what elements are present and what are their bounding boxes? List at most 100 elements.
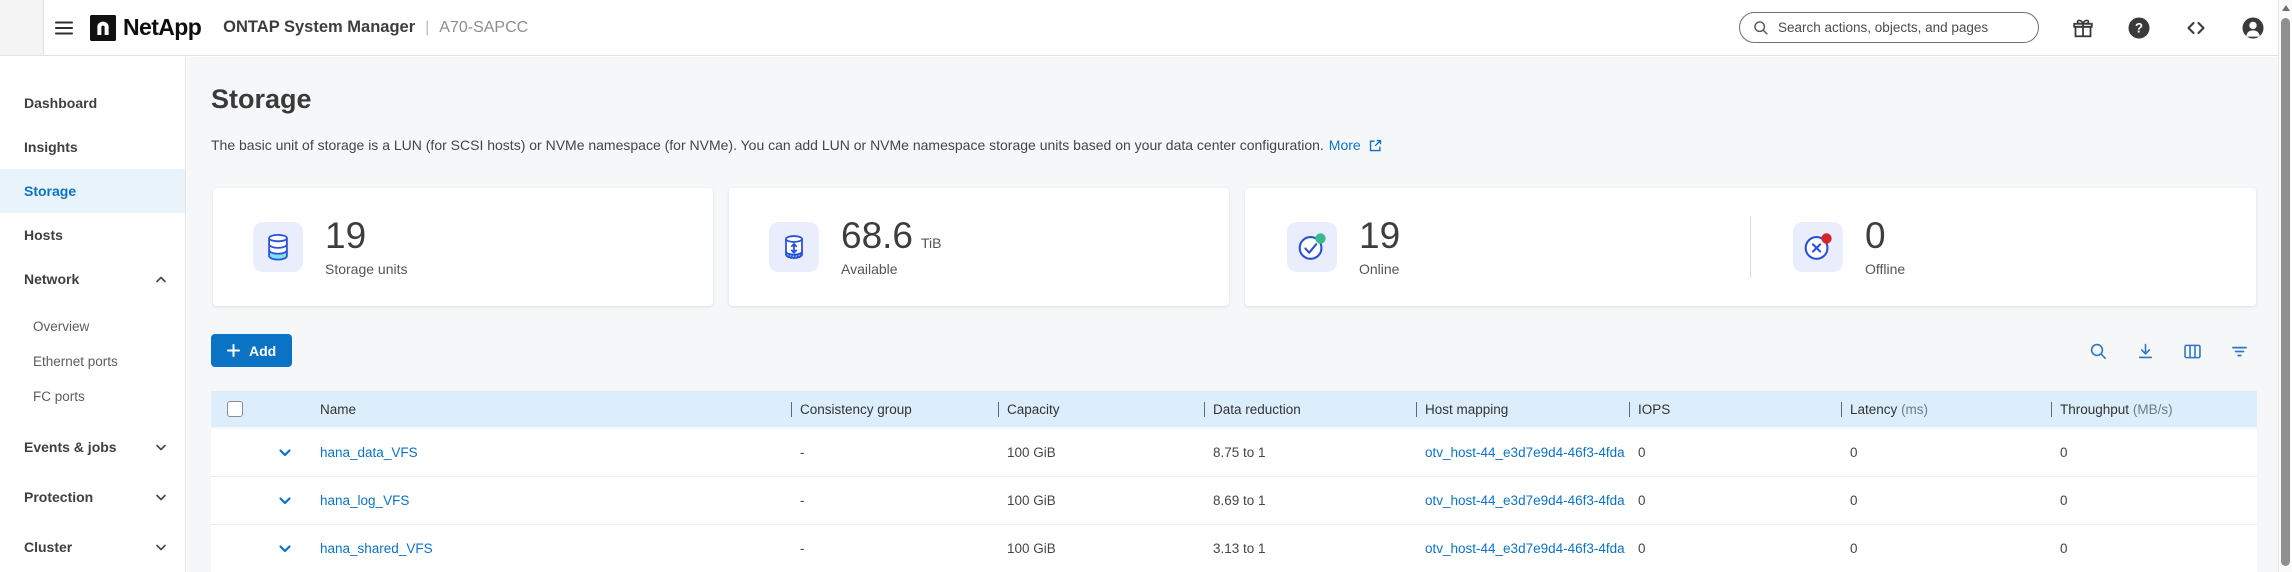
available-unit: TiB [921,235,941,251]
cell-data-reduction: 8.69 to 1 [1204,493,1416,508]
sidebar-subitem-label: FC ports [33,389,85,404]
chevron-down-icon [277,541,293,557]
column-header-data-reduction[interactable]: Data reduction [1204,402,1416,417]
global-search[interactable] [1739,12,2039,43]
table-toolbar [2088,341,2250,362]
sidebar-item-ethernet-ports[interactable]: Ethernet ports [0,344,185,379]
global-search-input[interactable] [1778,20,2026,35]
row-expand-button[interactable] [277,493,293,509]
cell-consistency-group: - [791,493,998,508]
scrollbar-up-arrow-icon[interactable] [2282,5,2290,11]
plus-icon [227,344,240,357]
cell-consistency-group: - [791,445,998,460]
external-link-icon[interactable] [1368,138,1383,153]
cell-consistency-group: - [791,541,998,556]
sidebar-item-label: Insights [24,139,78,155]
chevron-down-icon [155,543,167,552]
cell-latency: 0 [1841,445,2051,460]
page-title: Storage [211,84,312,115]
column-header-latency[interactable]: Latency (ms) [1841,402,2051,417]
offline-status-icon [1793,222,1843,272]
columns-icon [2182,341,2203,362]
cell-latency: 0 [1841,541,2051,556]
online-value: 19 [1359,217,1400,256]
host-mapping-link[interactable]: otv_host-44_e3d7e9d4-46f3-4fda [1425,445,1625,460]
download-button[interactable] [2135,341,2156,362]
available-value: 68.6 [841,217,913,256]
cell-data-reduction: 8.75 to 1 [1204,445,1416,460]
search-icon [2088,341,2109,362]
sidebar-item-events-jobs[interactable]: Events & jobs [0,422,185,472]
sidebar-item-label: Storage [24,183,76,199]
whats-new-button[interactable] [2071,16,2095,40]
more-link[interactable]: More [1329,137,1361,153]
code-brackets-icon [2183,16,2209,40]
search-icon [1752,19,1770,37]
storage-unit-name-link[interactable]: hana_log_VFS [320,493,409,508]
storage-units-icon [253,222,303,272]
host-mapping-link[interactable]: otv_host-44_e3d7e9d4-46f3-4fda [1425,541,1625,556]
column-header-capacity[interactable]: Capacity [998,402,1204,417]
storage-units-card: 19 Storage units [213,188,713,306]
sidebar-item-storage[interactable]: Storage [0,169,185,213]
row-expand-button[interactable] [277,541,293,557]
sidebar-item-network[interactable]: Network [0,257,185,301]
host-mapping-link[interactable]: otv_host-44_e3d7e9d4-46f3-4fda [1425,493,1625,508]
column-header-host-mapping[interactable]: Host mapping [1416,402,1629,417]
sidebar-subitem-label: Ethernet ports [33,354,118,369]
cluster-name: A70-SAPCC [439,19,528,37]
row-expand-button[interactable] [277,445,293,461]
column-header-throughput[interactable]: Throughput (MB/s) [2051,402,2257,417]
status-card: 19 Online [1245,188,2256,306]
page-description-text: The basic unit of storage is a LUN (for … [211,137,1324,153]
hamburger-icon [52,16,76,40]
sidebar-item-insights[interactable]: Insights [0,125,185,169]
storage-unit-name-link[interactable]: hana_data_VFS [320,445,418,460]
filter-button[interactable] [2229,341,2250,362]
column-header-iops[interactable]: IOPS [1629,402,1841,417]
scrollbar-thumb[interactable] [2281,18,2290,566]
filter-icon [2229,341,2250,362]
cell-throughput: 0 [2051,541,2257,556]
storage-units-value: 19 [325,217,366,256]
user-avatar-icon [2241,16,2265,40]
window-edge-strip [0,0,44,55]
table-row: hana_shared_VFS - 100 GiB 3.13 to 1 otv_… [211,525,2257,572]
api-code-button[interactable] [2183,16,2209,40]
offline-status-group: 0 Offline [1751,217,2256,278]
help-button[interactable]: ? [2127,16,2151,40]
chevron-down-icon [155,493,167,502]
sidebar-item-label: Dashboard [24,95,97,111]
sidebar-item-fc-ports[interactable]: FC ports [0,379,185,414]
add-button[interactable]: Add [211,334,292,367]
column-header-consistency-group[interactable]: Consistency group [791,402,998,417]
account-button[interactable] [2241,16,2265,40]
cell-throughput: 0 [2051,445,2257,460]
chevron-down-icon [277,493,293,509]
sidebar-item-dashboard[interactable]: Dashboard [0,81,185,125]
sidebar-item-network-overview[interactable]: Overview [0,309,185,344]
hamburger-menu-button[interactable] [47,11,81,45]
chevron-down-icon [277,445,293,461]
sidebar-item-protection[interactable]: Protection [0,472,185,522]
column-header-name[interactable]: Name [311,402,791,417]
columns-button[interactable] [2182,341,2203,362]
table-header-row: Name Consistency group Capacity Data red… [211,391,2257,427]
top-bar: NetApp ONTAP System Manager | A70-SAPCC [0,0,2278,56]
storage-units-label: Storage units [325,261,408,277]
table-body: hana_data_VFS - 100 GiB 8.75 to 1 otv_ho… [211,429,2257,572]
vertical-scrollbar[interactable] [2278,0,2292,572]
select-all-checkbox[interactable] [227,401,243,417]
available-label: Available [841,261,942,277]
sidebar-item-label: Cluster [24,539,72,555]
svg-text:?: ? [2135,20,2143,35]
sidebar-nav: Dashboard Insights Storage Hosts Network… [0,57,186,572]
sidebar-item-hosts[interactable]: Hosts [0,213,185,257]
latency-label: Latency [1850,402,1897,417]
sidebar-item-cluster[interactable]: Cluster [0,522,185,572]
cell-throughput: 0 [2051,493,2257,508]
table-search-button[interactable] [2088,341,2109,362]
throughput-unit: (MB/s) [2133,402,2173,417]
cell-capacity: 100 GiB [998,493,1204,508]
storage-unit-name-link[interactable]: hana_shared_VFS [320,541,433,556]
